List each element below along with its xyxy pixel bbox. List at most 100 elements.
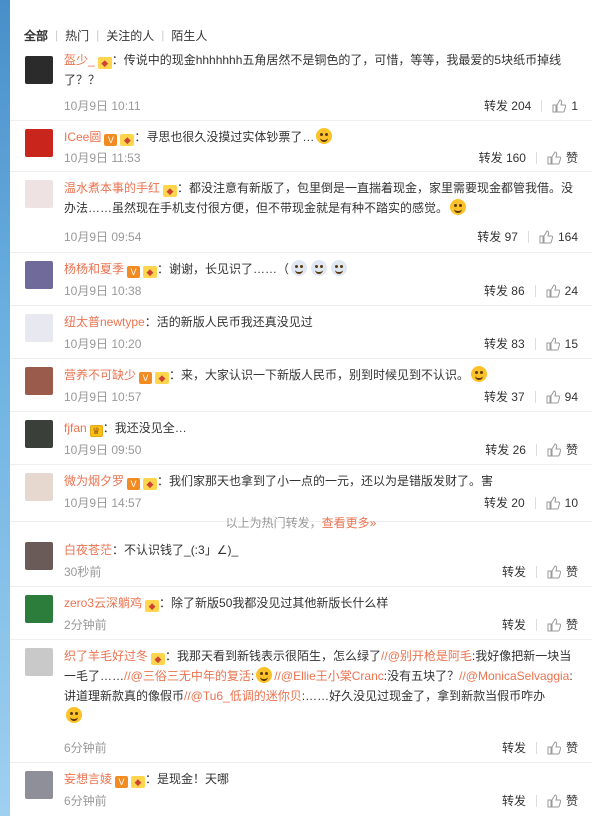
avatar[interactable] [25, 129, 53, 157]
username-link[interactable]: 杨杨和夏季 [64, 262, 124, 276]
comment-actions: 转发 赞 [502, 792, 578, 809]
action-divider [535, 618, 537, 631]
mention-link[interactable]: //@Ellie王小棠Cranc [274, 669, 384, 683]
thumbs-up-icon [547, 617, 561, 631]
comment-actions: 转发 20 10 [484, 494, 578, 511]
face-emoji-icon [311, 260, 328, 276]
like-button[interactable]: 赞 [547, 563, 578, 580]
comment-panel: 全部 | 热门 | 关注的人 | 陌生人 盔少_ ◆ ：传说中的现金hhhhhhh五… [10, 0, 602, 816]
like-button[interactable]: 10 [546, 496, 578, 510]
like-button[interactable]: 24 [546, 284, 578, 298]
like-count: 赞 [565, 565, 578, 579]
forward-button[interactable]: 转发 86 [484, 282, 525, 299]
tab-divider: | [161, 28, 165, 42]
username-link[interactable]: 织了羊毛好过冬 [64, 649, 148, 663]
thumbs-up-icon [547, 740, 561, 754]
forward-button[interactable]: 转发 [502, 739, 526, 756]
username-link[interactable]: 温水煮本事的手红 [64, 181, 160, 195]
avatar[interactable] [25, 648, 53, 676]
comment-time: 6分钟前 [64, 794, 107, 808]
like-count: 15 [564, 336, 578, 351]
avatar[interactable] [25, 473, 53, 501]
like-button[interactable]: 赞 [547, 616, 578, 633]
forward-button[interactable]: 转发 26 [485, 441, 526, 458]
avatar[interactable] [25, 314, 53, 342]
comment-body: 妄想言婈 V ◆ ：是现金！天哪 [64, 769, 578, 789]
like-button[interactable]: 赞 [547, 149, 578, 166]
comment-time: 10月9日 10:20 [64, 337, 142, 351]
comment-list: 盔少_ ◆ ：传说中的现金hhhhhhh五角居然不是铜色的了，可惜，等等，我最爱的5… [10, 48, 592, 522]
avatar[interactable] [25, 261, 53, 289]
username-link[interactable]: 微为烟夕罗 [64, 474, 124, 488]
comment-body: fjfan ♛ ：我还没见全… [64, 418, 578, 438]
forward-button[interactable]: 转发 [502, 792, 526, 809]
like-button[interactable]: 赞 [547, 739, 578, 756]
avatar[interactable] [25, 595, 53, 623]
action-divider [541, 99, 543, 112]
avatar[interactable] [25, 420, 53, 448]
avatar[interactable] [25, 180, 53, 208]
list-item: 营养不可缺少 V ◆ ：来，大家认识一下新版人民币，别到时候见到不认识。 10月9日 … [10, 359, 592, 412]
thumbs-up-icon [547, 442, 561, 456]
avatar[interactable] [25, 542, 53, 570]
tab-divider: | [55, 28, 59, 42]
comment-body: 杨杨和夏季 V ◆ ：谢谢，长见识了……（ [64, 259, 578, 279]
username-link[interactable]: 白夜苍茫 [64, 543, 112, 557]
thumbs-up-icon [546, 283, 560, 297]
tab-following[interactable]: 关注的人 [106, 27, 154, 44]
list-item: 妄想言婈 V ◆ ：是现金！天哪 6分钟前 转发 赞 [10, 763, 592, 815]
like-count: 10 [564, 495, 578, 510]
tab-hot[interactable]: 热门 [65, 27, 89, 44]
mention-link[interactable]: //@Tu6_低调的迷你贝 [184, 689, 302, 703]
verified-icon: V [127, 266, 141, 278]
comment-time: 30秒前 [64, 565, 102, 579]
forward-button[interactable]: 转发 37 [484, 388, 525, 405]
avatar[interactable] [25, 56, 53, 84]
member-badge-icon: ◆ [97, 57, 112, 69]
like-button[interactable]: 94 [546, 390, 578, 404]
like-button[interactable]: 赞 [547, 792, 578, 809]
comment-text: :没有五块了？ [383, 669, 460, 683]
username-link[interactable]: 盔少_ [64, 53, 95, 67]
forward-button[interactable]: 转发 204 [484, 97, 531, 114]
view-more-link[interactable]: 查看更多» [322, 516, 377, 530]
comment-actions: 转发 赞 [502, 739, 578, 756]
tab-all[interactable]: 全部 [24, 27, 48, 44]
list-item: 白夜苍茫：不认识钱了_(:3」∠)_ 30秒前 转发 赞 [10, 534, 592, 587]
forward-button[interactable]: 转发 160 [479, 149, 526, 166]
list-item: 温水煮本事的手红 ◆ ：都没注意有新版了，包里倒是一直揣着现金，家里需要现金都管我借… [10, 172, 592, 253]
member-badge-icon: ◆ [145, 600, 160, 612]
member-badge-icon: ◆ [143, 478, 158, 490]
like-count: 赞 [565, 443, 578, 457]
action-divider [534, 337, 536, 350]
username-link[interactable]: 营养不可缺少 [64, 368, 136, 382]
action-divider [535, 443, 537, 456]
like-button[interactable]: 15 [546, 337, 578, 351]
mention-link[interactable]: //@别开枪是阿毛 [381, 649, 472, 663]
forward-button[interactable]: 转发 [502, 563, 526, 580]
tab-strangers[interactable]: 陌生人 [171, 27, 207, 44]
list-item: 杨杨和夏季 V ◆ ：谢谢，长见识了……（ 10月9日 10:38 转发 86 24 [10, 253, 592, 306]
username-link[interactable]: zero3云深躺鸡 [64, 596, 142, 610]
comment-text: ：除了新版50我都没见过其他新版长什么样 [159, 596, 389, 610]
mention-link[interactable]: //@三俗三无中年的复活 [124, 669, 251, 683]
username-link[interactable]: ICee圆 [64, 130, 101, 144]
comment-time: 10月9日 14:57 [64, 496, 142, 510]
comment-body: 温水煮本事的手红 ◆ ：都没注意有新版了，包里倒是一直揣着现金，家里需要现金都管我借… [64, 178, 578, 218]
forward-button[interactable]: 转发 20 [484, 494, 525, 511]
avatar[interactable] [25, 367, 53, 395]
comment-text: ：我们家那天也拿到了小一点的一元，还以为是错版发财了。害 [157, 474, 494, 488]
like-button[interactable]: 164 [539, 230, 578, 244]
forward-button[interactable]: 转发 83 [484, 335, 525, 352]
thumbs-up-icon [539, 229, 553, 243]
forward-button[interactable]: 转发 97 [477, 228, 518, 245]
forward-button[interactable]: 转发 [502, 616, 526, 633]
avatar[interactable] [25, 771, 53, 799]
username-link[interactable]: fjfan [64, 421, 87, 435]
like-button[interactable]: 赞 [547, 441, 578, 458]
like-button[interactable]: 1 [552, 99, 578, 113]
mention-link[interactable]: //@MonicaSelvaggia [459, 669, 569, 683]
thumbs-up-icon [552, 98, 567, 112]
username-link[interactable]: 纽太普newtype [64, 315, 145, 329]
username-link[interactable]: 妄想言婈 [64, 772, 112, 786]
